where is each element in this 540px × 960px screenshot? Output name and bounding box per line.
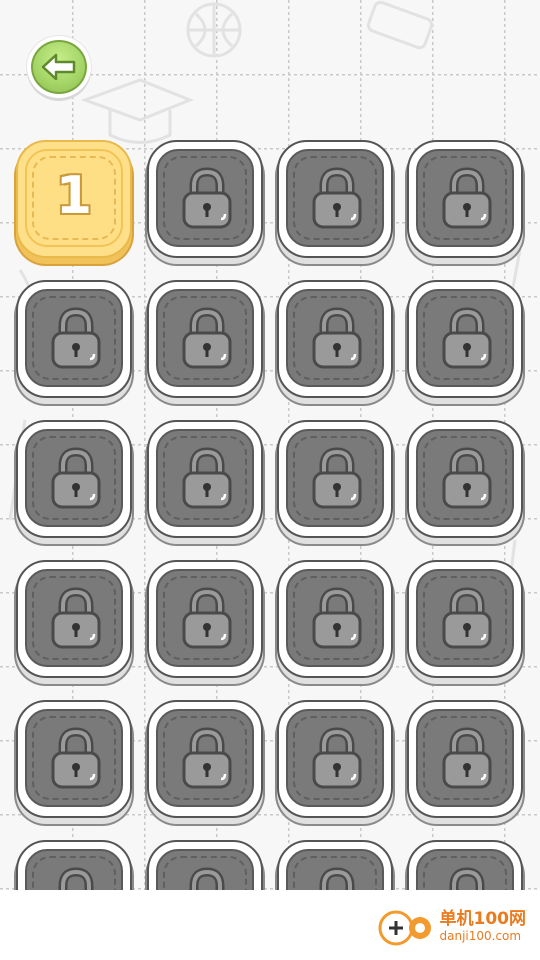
lock-icon [49,726,103,790]
level-tile-locked[interactable] [147,280,263,398]
lock-icon [310,726,364,790]
level-tile-locked[interactable] [407,560,523,678]
lock-icon [180,866,234,890]
level-select-grid: 1 [0,0,540,890]
level-tile-locked[interactable] [407,700,523,818]
lock-icon [310,306,364,370]
lock-icon [49,446,103,510]
level-tile-locked[interactable] [16,280,132,398]
level-tile-1[interactable]: 1 [16,140,132,258]
level-tile-locked[interactable] [147,560,263,678]
level-tile-locked[interactable] [407,280,523,398]
level-tile-locked[interactable] [277,140,393,258]
watermark-title: 单机100网 [439,909,527,929]
lock-icon [310,866,364,890]
lock-icon [310,586,364,650]
level-tile-locked[interactable] [147,840,263,890]
level-tile-locked[interactable] [16,840,132,890]
lock-icon [49,586,103,650]
lock-icon [49,866,103,890]
lock-icon [180,726,234,790]
level-tile-locked[interactable] [16,560,132,678]
level-tile-locked[interactable] [16,700,132,818]
lock-icon [440,726,494,790]
lock-icon [49,306,103,370]
level-tile-locked[interactable] [407,420,523,538]
watermark-url: danji100.com [439,929,522,943]
lock-icon [310,446,364,510]
lock-icon [440,866,494,890]
lock-icon [180,446,234,510]
danji-logo-icon [378,910,431,946]
level-tile-locked[interactable] [147,140,263,258]
level-tile-locked[interactable] [407,840,523,890]
level-tile-locked[interactable] [147,700,263,818]
level-tile-locked[interactable] [277,280,393,398]
lock-icon [180,586,234,650]
watermark: 单机100网 danji100.com [376,906,527,946]
level-tile-locked[interactable] [277,840,393,890]
lock-icon [440,166,494,230]
lock-icon [180,166,234,230]
level-tile-locked[interactable] [277,420,393,538]
lock-icon [310,166,364,230]
level-tile-locked[interactable] [16,420,132,538]
level-tile-locked[interactable] [407,140,523,258]
lock-icon [440,586,494,650]
level-tile-locked[interactable] [277,700,393,818]
lock-icon [180,306,234,370]
level-tile-locked[interactable] [277,560,393,678]
level-number: 1 [55,166,93,226]
level-tile-locked[interactable] [147,420,263,538]
lock-icon [440,446,494,510]
lock-icon [440,306,494,370]
